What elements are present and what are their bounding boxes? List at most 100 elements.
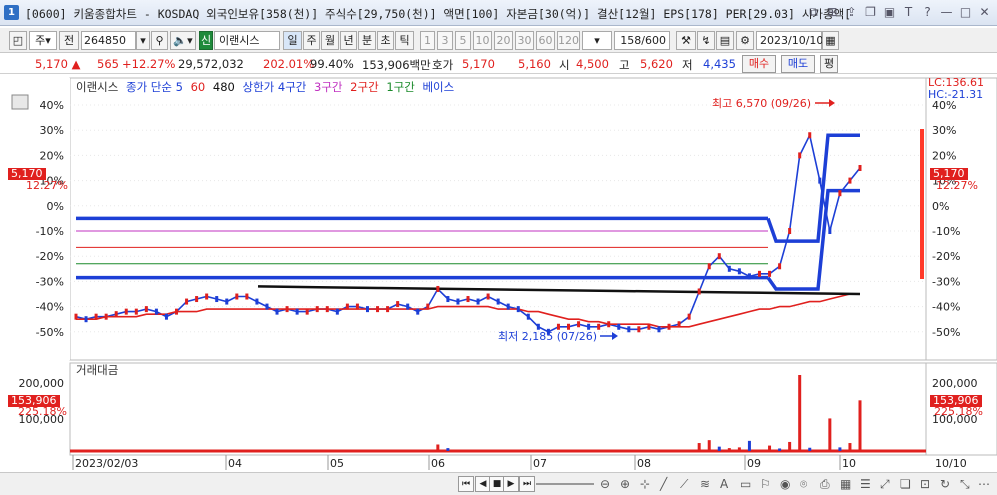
y-tick-right: -20% bbox=[932, 250, 960, 263]
period-tick-button[interactable]: 틱 bbox=[395, 31, 414, 50]
interval-10[interactable]: 10 bbox=[473, 31, 492, 50]
upload-icon[interactable]: ⇪ bbox=[843, 4, 860, 21]
date-input[interactable]: 2023/10/10 bbox=[756, 31, 823, 50]
stock-name[interactable]: 이랜시스 bbox=[214, 31, 280, 50]
refresh-icon[interactable]: ↻ bbox=[940, 477, 950, 491]
box-tool-icon[interactable]: ▭ bbox=[740, 477, 751, 491]
period-month-button[interactable]: 월 bbox=[321, 31, 339, 50]
legend-zone2[interactable]: 2구간 bbox=[350, 80, 378, 94]
link-icon[interactable]: ▣ bbox=[881, 4, 898, 21]
interval-120[interactable]: 120 bbox=[557, 31, 580, 50]
lock-icon[interactable]: ⊡ bbox=[920, 477, 930, 491]
camera-icon[interactable]: ⌾ bbox=[800, 477, 807, 492]
minimize-icon[interactable]: — bbox=[938, 4, 955, 21]
zoom-out-icon[interactable]: ⊖ bbox=[600, 477, 610, 491]
interval-5[interactable]: 5 bbox=[455, 31, 471, 50]
candle bbox=[768, 270, 772, 277]
period-second-button[interactable]: 초 bbox=[377, 31, 394, 50]
print-icon[interactable]: ⎙ bbox=[820, 477, 830, 492]
period-day-button[interactable]: 일 bbox=[283, 31, 302, 50]
expand-icon[interactable]: ⤢ bbox=[880, 477, 890, 492]
interval-custom-input[interactable]: ▾ bbox=[582, 31, 612, 50]
candle bbox=[436, 285, 440, 292]
legend-ma60[interactable]: 60 bbox=[191, 80, 206, 94]
legend-ma480[interactable]: 480 bbox=[213, 80, 235, 94]
restore-icon[interactable]: ⧉ bbox=[805, 4, 822, 21]
candle bbox=[556, 323, 560, 330]
text-icon[interactable]: T bbox=[900, 4, 917, 21]
fibo-icon[interactable]: ≋ bbox=[700, 477, 710, 491]
first-icon[interactable]: ⏮ bbox=[458, 476, 474, 492]
x-tick-label: 07 bbox=[533, 457, 547, 470]
sound-icon[interactable]: 🔈▾ bbox=[170, 31, 196, 50]
candle bbox=[355, 303, 359, 310]
copy-icon[interactable]: ❐ bbox=[862, 4, 879, 21]
next-icon[interactable]: ▶ bbox=[503, 476, 519, 492]
period-minute-button[interactable]: 분 bbox=[358, 31, 376, 50]
close-icon[interactable]: ✕ bbox=[976, 4, 993, 21]
chart-type-icon[interactable]: ↯ bbox=[697, 31, 715, 50]
eye-icon[interactable]: ◉ bbox=[780, 477, 790, 491]
period-year-button[interactable]: 년 bbox=[340, 31, 357, 50]
ruler-icon[interactable]: ⟋ bbox=[680, 477, 688, 492]
zoom-slider[interactable] bbox=[536, 483, 594, 485]
zoom-in-icon[interactable]: ⊕ bbox=[620, 477, 630, 491]
line-tool-icon[interactable]: ╱ bbox=[660, 477, 667, 491]
shrink-icon[interactable]: ⤡ bbox=[960, 477, 970, 492]
legend-base[interactable]: 베이스 bbox=[422, 80, 454, 94]
maximize-icon[interactable]: □ bbox=[957, 4, 974, 21]
candle bbox=[798, 152, 802, 159]
candle bbox=[195, 296, 199, 303]
grid-icon[interactable]: ▦ bbox=[840, 477, 851, 491]
window-menu-icon[interactable]: ◰ bbox=[9, 31, 27, 50]
save-icon[interactable]: ▤ bbox=[716, 31, 734, 50]
sell-button[interactable]: 매도 bbox=[781, 55, 815, 73]
market-select[interactable]: 주▾ bbox=[29, 31, 57, 50]
buy-button[interactable]: 매수 bbox=[742, 55, 776, 73]
period-week-button[interactable]: 주 bbox=[303, 31, 320, 50]
list-icon[interactable]: ☰ bbox=[860, 477, 871, 491]
price-chart[interactable]: 40%30%20%10%0%-10%-20%-30%-40%-50%40%30%… bbox=[0, 76, 997, 471]
interval-1[interactable]: 1 bbox=[420, 31, 435, 50]
y-tick-left: 0% bbox=[47, 200, 64, 213]
volume-bar bbox=[778, 448, 782, 451]
interval-30[interactable]: 30 bbox=[515, 31, 534, 50]
candle bbox=[727, 265, 731, 272]
y-tick-right: -50% bbox=[932, 326, 960, 339]
legend-limit[interactable]: 상한가 4구간 bbox=[243, 80, 307, 94]
candle bbox=[185, 298, 189, 305]
candle bbox=[536, 323, 540, 330]
avg-button[interactable]: 평 bbox=[820, 55, 838, 73]
search-icon[interactable]: ⚲ bbox=[151, 31, 168, 50]
legend-zone1[interactable]: 1구간 bbox=[386, 80, 414, 94]
legend-zone3[interactable]: 3구간 bbox=[314, 80, 342, 94]
code-dropdown-icon[interactable]: ▾ bbox=[136, 31, 150, 50]
text-tool-icon[interactable]: A bbox=[720, 477, 728, 491]
volume-bar bbox=[798, 375, 802, 451]
volume-bar bbox=[436, 444, 440, 451]
layout-icon[interactable]: ⊞ bbox=[824, 4, 841, 21]
options-icon[interactable]: ⋯ bbox=[978, 477, 990, 491]
help-icon[interactable]: ? bbox=[919, 4, 936, 21]
volume-ratio: 202.01% bbox=[263, 57, 315, 71]
last-icon[interactable]: ⏭ bbox=[519, 476, 535, 492]
legend-close[interactable]: 종가 단순 5 bbox=[126, 80, 183, 94]
bar-count-input[interactable]: 158/600 bbox=[614, 31, 670, 50]
left-pct-tag: 12.27% bbox=[26, 179, 68, 192]
candle bbox=[446, 296, 450, 303]
interval-3[interactable]: 3 bbox=[437, 31, 453, 50]
pane-settings-icon[interactable] bbox=[11, 94, 29, 110]
bookmark-icon[interactable]: ❏ bbox=[900, 477, 911, 491]
settings-icon[interactable]: ⚙ bbox=[736, 31, 754, 50]
y-tick-right: 30% bbox=[932, 124, 956, 137]
interval-20[interactable]: 20 bbox=[494, 31, 513, 50]
y-tick-left: -10% bbox=[36, 225, 64, 238]
calendar-icon[interactable]: ▦ bbox=[822, 31, 839, 50]
stock-code-input[interactable]: 264850 bbox=[81, 31, 136, 50]
prev-button[interactable]: 전 bbox=[59, 31, 79, 50]
crosshair-icon[interactable]: ⊹ bbox=[640, 477, 650, 491]
interval-60[interactable]: 60 bbox=[536, 31, 555, 50]
pin-icon[interactable]: ⚐ bbox=[760, 477, 771, 491]
tools-icon[interactable]: ⚒ bbox=[676, 31, 696, 50]
legend-stock-name[interactable]: 이랜시스 bbox=[76, 80, 118, 94]
